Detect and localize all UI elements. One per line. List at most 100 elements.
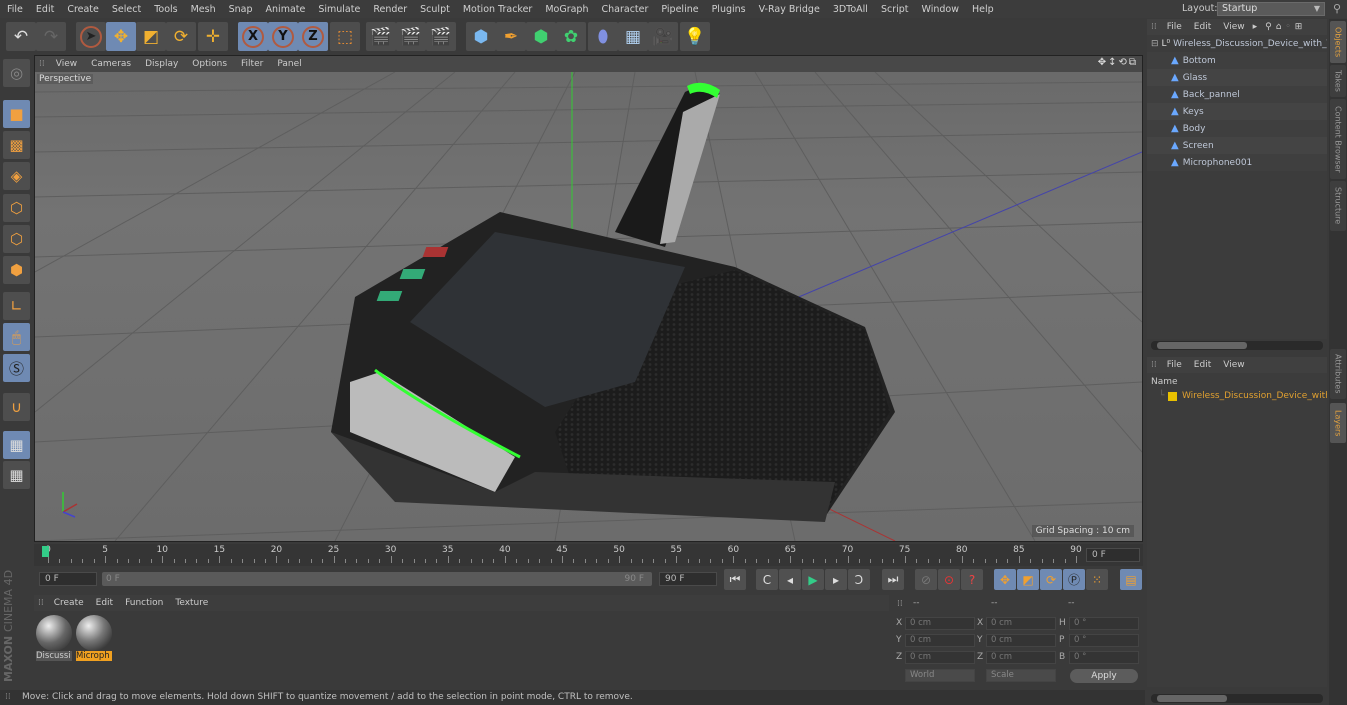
key-pla-button[interactable]: ⁙	[1086, 569, 1108, 590]
points-mode-button[interactable]: ⬡	[3, 194, 30, 222]
viewport-canvas[interactable]: Perspective Grid Spacing : 10 cm	[35, 72, 1142, 541]
scrollbar-thumb[interactable]	[1157, 695, 1227, 702]
make-editable-button[interactable]: ◎	[3, 59, 30, 87]
axis-mode-button[interactable]: ∟	[3, 292, 30, 320]
om-menu-file[interactable]: File	[1161, 22, 1188, 32]
mm-menu-function[interactable]: Function	[119, 598, 169, 608]
object-root-row[interactable]: ⊟ L⁰ Wireless_Discussion_Device_with_T	[1147, 35, 1327, 52]
magnet-button[interactable]: ∪	[3, 393, 30, 421]
collapse-icon[interactable]: ⊟	[1151, 39, 1159, 49]
arrow-right-icon[interactable]: ▸	[1253, 22, 1258, 32]
object-row[interactable]: ▲ Back_pannel	[1147, 86, 1327, 103]
menu-file[interactable]: File	[0, 4, 29, 15]
object-row[interactable]: ▲ Bottom	[1147, 52, 1327, 69]
lm-menu-file[interactable]: File	[1161, 360, 1188, 370]
object-row[interactable]: ▲ Keys	[1147, 103, 1327, 120]
timeline-window-button[interactable]: ▤	[1120, 569, 1142, 590]
tab-objects[interactable]: Objects	[1330, 21, 1346, 63]
om-menu-view[interactable]: View	[1217, 22, 1250, 32]
model-mode-button[interactable]: ■	[3, 100, 30, 128]
viewport-menu-options[interactable]: Options	[185, 59, 234, 69]
menu-snap[interactable]: Snap	[222, 4, 259, 15]
next-key-button[interactable]: Ↄ	[848, 569, 870, 590]
eye-icon[interactable]: ◦	[1285, 22, 1290, 32]
pos-x-field[interactable]: 0 cm	[905, 617, 975, 630]
redo-button[interactable]: ↷	[36, 22, 66, 51]
render-picture-viewer-button[interactable]: 🎬	[396, 22, 426, 51]
layer-manager-scrollbar[interactable]	[1151, 694, 1323, 703]
viewport-nav-icons[interactable]: ✥↕⟲⧉	[1098, 57, 1138, 68]
rotate-button[interactable]: ⟳	[166, 22, 196, 51]
rot-p-field[interactable]: 0 °	[1069, 634, 1139, 647]
play-button[interactable]: ▶	[802, 569, 824, 590]
mm-menu-create[interactable]: Create	[48, 598, 90, 608]
object-row[interactable]: ▲ Microphone001	[1147, 154, 1327, 171]
texture-mode-button[interactable]: ▩	[3, 131, 30, 159]
edges-mode-button[interactable]: ⬡	[3, 225, 30, 253]
scale-button[interactable]: ◩	[136, 22, 166, 51]
tab-takes[interactable]: Takes	[1330, 65, 1346, 97]
autokey-button[interactable]: ⊙	[938, 569, 960, 590]
playhead[interactable]	[42, 546, 49, 557]
camera-label[interactable]: Perspective	[37, 74, 94, 84]
record-keys-button[interactable]: ⊘	[915, 569, 937, 590]
scale-x-field[interactable]: 0 cm	[986, 617, 1056, 630]
menu-sculpt[interactable]: Sculpt	[413, 4, 456, 15]
menu-window[interactable]: Window	[915, 4, 965, 15]
go-to-start-button[interactable]: ⏮	[724, 569, 746, 590]
viewport-menu-filter[interactable]: Filter	[234, 59, 270, 69]
menu-plugins[interactable]: Plugins	[705, 4, 752, 15]
pos-y-field[interactable]: 0 cm	[905, 634, 975, 647]
menu-edit[interactable]: Edit	[29, 4, 60, 15]
coordinate-system-button[interactable]: ⬚	[330, 22, 360, 51]
menu-3dtoall[interactable]: 3DToAll	[826, 4, 874, 15]
menu-simulate[interactable]: Simulate	[311, 4, 366, 15]
undo-button[interactable]: ↶	[6, 22, 36, 51]
menu-mograph[interactable]: MoGraph	[538, 4, 594, 15]
viewport-menu-view[interactable]: View	[49, 59, 84, 69]
snap-button[interactable]: Ⓢ	[3, 354, 30, 382]
pen-button[interactable]: ✒	[496, 22, 526, 51]
menu-motion-tracker[interactable]: Motion Tracker	[456, 4, 539, 15]
scrollbar-thumb[interactable]	[1157, 342, 1247, 349]
menu-animate[interactable]: Animate	[259, 4, 312, 15]
rot-h-field[interactable]: 0 °	[1069, 617, 1139, 630]
scale-y-field[interactable]: 0 cm	[986, 634, 1056, 647]
deformer-button[interactable]: ⬮	[588, 22, 618, 51]
apply-button[interactable]: Apply	[1070, 669, 1138, 683]
layout-select[interactable]: Startup ▼	[1217, 2, 1325, 16]
layer-row[interactable]: └ Wireless_Discussion_Device_with_	[1147, 389, 1327, 403]
lm-menu-edit[interactable]: Edit	[1188, 360, 1217, 370]
viewport-menu-cameras[interactable]: Cameras	[84, 59, 138, 69]
subdivision-button[interactable]: ⬢	[526, 22, 556, 51]
y-axis-button[interactable]: Y	[268, 22, 298, 51]
go-to-end-button[interactable]: ⏭	[882, 569, 904, 590]
object-row[interactable]: ▲ Glass	[1147, 69, 1327, 86]
search-icon[interactable]: ⚲	[1333, 2, 1341, 15]
tab-attributes[interactable]: Attributes	[1330, 349, 1346, 399]
menu-tools[interactable]: Tools	[147, 4, 183, 15]
render-view-button[interactable]: 🎬	[366, 22, 396, 51]
menu-mesh[interactable]: Mesh	[184, 4, 222, 15]
material-item-selected[interactable]: Microph	[76, 615, 112, 663]
polygons-mode-button[interactable]: ⬢	[3, 256, 30, 284]
om-menu-edit[interactable]: Edit	[1188, 22, 1217, 32]
layer-color-swatch[interactable]	[1168, 391, 1177, 401]
live-select-button[interactable]: ➤	[76, 22, 106, 51]
home-icon[interactable]: ⌂	[1276, 22, 1282, 32]
menu-help[interactable]: Help	[965, 4, 1000, 15]
coordinate-mode-select[interactable]: World	[905, 669, 975, 682]
mm-menu-texture[interactable]: Texture	[169, 598, 214, 608]
x-axis-button[interactable]: X	[238, 22, 268, 51]
light-button[interactable]: 💡	[680, 22, 710, 51]
menu-pipeline[interactable]: Pipeline	[654, 4, 704, 15]
menu-character[interactable]: Character	[594, 4, 654, 15]
lm-menu-view[interactable]: View	[1217, 360, 1250, 370]
cloner-button[interactable]: ✿	[556, 22, 586, 51]
transform-mode-select[interactable]: Scale	[986, 669, 1056, 682]
new-window-icon[interactable]: ⊞	[1295, 22, 1303, 32]
frame-range-slider[interactable]: 0 F 90 F	[102, 572, 652, 586]
floor-button[interactable]: ▦	[618, 22, 648, 51]
previous-key-button[interactable]: C	[756, 569, 778, 590]
menu-create[interactable]: Create	[60, 4, 105, 15]
